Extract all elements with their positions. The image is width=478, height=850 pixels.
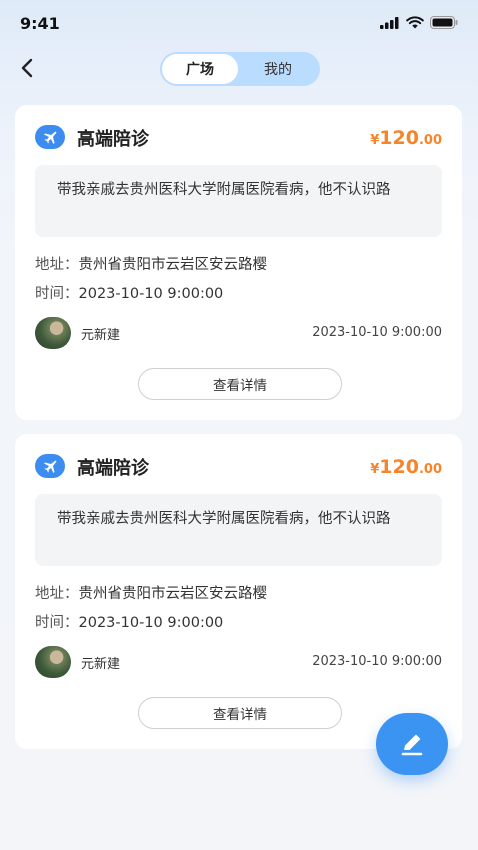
time-label: 时间： (35, 286, 79, 302)
time-line: 时间：2023-10-10 9:00:00 (35, 611, 223, 632)
status-icons (380, 16, 458, 29)
card-header: 高端陪诊 ¥120.00 (35, 123, 442, 151)
order-card[interactable]: 高端陪诊 ¥120.00 带我亲戚去贵州医科大学附属医院看病，他不认识路 地址：… (15, 434, 462, 749)
avatar[interactable] (35, 646, 71, 678)
description: 带我亲戚去贵州医科大学附属医院看病，他不认识路 (35, 494, 442, 566)
user-name: 元新建 (81, 657, 121, 672)
time-value: 2023-10-10 9:00:00 (78, 615, 224, 631)
tab-mine[interactable]: 我的 (240, 54, 316, 84)
price-currency: ¥ (370, 133, 380, 148)
card-header: 高端陪诊 ¥120.00 (35, 452, 442, 480)
tab-plaza[interactable]: 广场 (162, 54, 238, 84)
compose-button[interactable] (376, 713, 448, 775)
edit-icon (401, 734, 423, 756)
signal-icon (380, 16, 399, 29)
time-value: 2023-10-10 9:00:00 (78, 286, 224, 302)
description: 带我亲戚去贵州医科大学附属医院看病，他不认识路 (35, 165, 442, 237)
order-card[interactable]: 高端陪诊 ¥120.00 带我亲戚去贵州医科大学附属医院看病，他不认识路 地址：… (15, 105, 462, 420)
price-decimal: .00 (418, 462, 442, 477)
view-details-button[interactable]: 查看详情 (138, 368, 342, 400)
service-title: 高端陪诊 (77, 458, 149, 479)
address-line: 地址：贵州省贵阳市云岩区安云路樱 (35, 253, 267, 274)
address-label: 地址： (35, 586, 79, 602)
status-bar: 9:41 (0, 0, 478, 48)
view-details-button[interactable]: 查看详情 (138, 697, 342, 729)
price: ¥120.00 (370, 127, 442, 149)
time-line: 时间：2023-10-10 9:00:00 (35, 282, 223, 303)
price-integer: 120 (379, 127, 419, 149)
post-time: 2023-10-10 9:00:00 (312, 654, 442, 669)
time-label: 时间： (35, 615, 79, 631)
address-value: 贵州省贵阳市云岩区安云路樱 (78, 586, 268, 602)
nav-bar: 广场 我的 (0, 50, 478, 90)
user-name: 元新建 (81, 328, 121, 343)
address-value: 贵州省贵阳市云岩区安云路樱 (78, 257, 268, 273)
service-title: 高端陪诊 (77, 129, 149, 150)
price-integer: 120 (379, 456, 419, 478)
user-row: 元新建 2023-10-10 9:00:00 (35, 646, 442, 678)
avatar[interactable] (35, 317, 71, 349)
price-currency: ¥ (370, 462, 380, 477)
back-icon[interactable] (16, 56, 40, 80)
price-decimal: .00 (418, 133, 442, 148)
user-row: 元新建 2023-10-10 9:00:00 (35, 317, 442, 349)
segment-control: 广场 我的 (160, 52, 320, 86)
plane-icon (35, 454, 65, 478)
status-time: 9:41 (20, 14, 60, 33)
wifi-icon (406, 16, 424, 29)
plane-icon (35, 125, 65, 149)
address-line: 地址：贵州省贵阳市云岩区安云路樱 (35, 582, 267, 603)
post-time: 2023-10-10 9:00:00 (312, 325, 442, 340)
price: ¥120.00 (370, 456, 442, 478)
address-label: 地址： (35, 257, 79, 273)
battery-icon (430, 16, 458, 29)
